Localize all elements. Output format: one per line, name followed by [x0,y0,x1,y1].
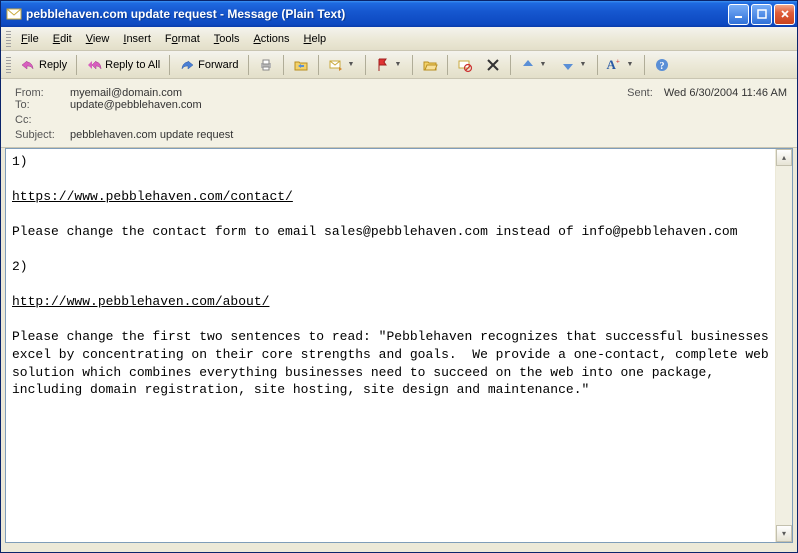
minimize-button[interactable] [728,4,749,25]
maximize-button[interactable] [751,4,772,25]
dropdown-icon: ▼ [394,61,403,68]
body-link-1[interactable]: https://www.pebblehaven.com/contact/ [12,189,293,204]
menu-help[interactable]: Help [297,30,334,48]
message-window: pebblehaven.com update request - Message… [0,0,798,553]
menu-insert[interactable]: Insert [116,30,158,48]
reply-all-icon [86,57,102,73]
reply-button[interactable]: Reply [14,54,73,76]
help-button[interactable]: ? [648,54,676,76]
print-button[interactable] [252,54,280,76]
font-size-icon: A+ [607,57,623,73]
statusbar [1,547,797,552]
menu-file[interactable]: File [14,30,46,48]
print-icon [258,57,274,73]
folder-move-icon [293,57,309,73]
toolbar-grip[interactable] [6,57,11,73]
from-label: From: [15,87,70,99]
dropdown-icon: ▼ [539,61,548,68]
message-headers: From: myemail@domain.com Sent: Wed 6/30/… [1,79,797,148]
folder-open-icon [422,57,438,73]
forward-icon [179,57,195,73]
menu-tools[interactable]: Tools [207,30,247,48]
dropdown-icon: ▼ [626,61,635,68]
scroll-track[interactable] [776,166,792,525]
vertical-scrollbar[interactable]: ▴ ▾ [775,149,792,542]
menu-view[interactable]: View [79,30,117,48]
sent-label: Sent: [627,87,653,99]
to-label: To: [15,99,70,111]
reply-all-label: Reply to All [105,59,160,71]
titlebar[interactable]: pebblehaven.com update request - Message… [1,1,797,27]
next-item-button[interactable]: ▼ [554,54,594,76]
delete-button[interactable] [479,54,507,76]
window-controls [728,4,795,25]
create-rule-button[interactable]: ▼ [322,54,362,76]
move-to-folder-button[interactable] [287,54,315,76]
to-value: update@pebblehaven.com [70,99,202,111]
sent-value: Wed 6/30/2004 11:46 AM [664,87,787,99]
menubar: File Edit View Insert Format Tools Actio… [1,27,797,51]
junk-button[interactable] [451,54,479,76]
reply-icon [20,57,36,73]
message-body-pane: 1) https://www.pebblehaven.com/contact/ … [5,148,793,543]
message-body[interactable]: 1) https://www.pebblehaven.com/contact/ … [6,149,775,542]
scroll-down-button[interactable]: ▾ [776,525,792,542]
previous-item-button[interactable]: ▼ [514,54,554,76]
cc-label: Cc: [15,114,70,126]
dropdown-icon: ▼ [579,61,588,68]
envelope-arrow-icon [328,57,344,73]
menu-edit[interactable]: Edit [46,30,79,48]
scroll-up-button[interactable]: ▴ [776,149,792,166]
arrow-up-icon [520,57,536,73]
forward-button[interactable]: Forward [173,54,244,76]
delete-icon [485,57,501,73]
categorize-button[interactable] [416,54,444,76]
flag-icon [375,57,391,73]
subject-label: Subject: [15,129,70,141]
reply-all-button[interactable]: Reply to All [80,54,166,76]
arrow-down-icon [560,57,576,73]
flag-button[interactable]: ▼ [369,54,409,76]
junk-icon [457,57,473,73]
svg-text:?: ? [659,61,664,72]
toolbar-grip[interactable] [6,31,11,47]
reply-label: Reply [39,59,67,71]
dropdown-icon: ▼ [347,61,356,68]
window-title: pebblehaven.com update request - Message… [26,7,728,21]
from-value: myemail@domain.com [70,87,182,99]
menu-actions[interactable]: Actions [246,30,296,48]
font-size-button[interactable]: A+▼ [601,54,641,76]
help-icon: ? [654,57,670,73]
subject-value: pebblehaven.com update request [70,129,233,141]
mail-icon [6,6,22,22]
forward-label: Forward [198,59,238,71]
body-link-2[interactable]: http://www.pebblehaven.com/about/ [12,294,269,309]
toolbar: Reply Reply to All Forward ▼ ▼ ▼ ▼ A+▼ ? [1,51,797,79]
menu-format[interactable]: Format [158,30,207,48]
close-button[interactable] [774,4,795,25]
